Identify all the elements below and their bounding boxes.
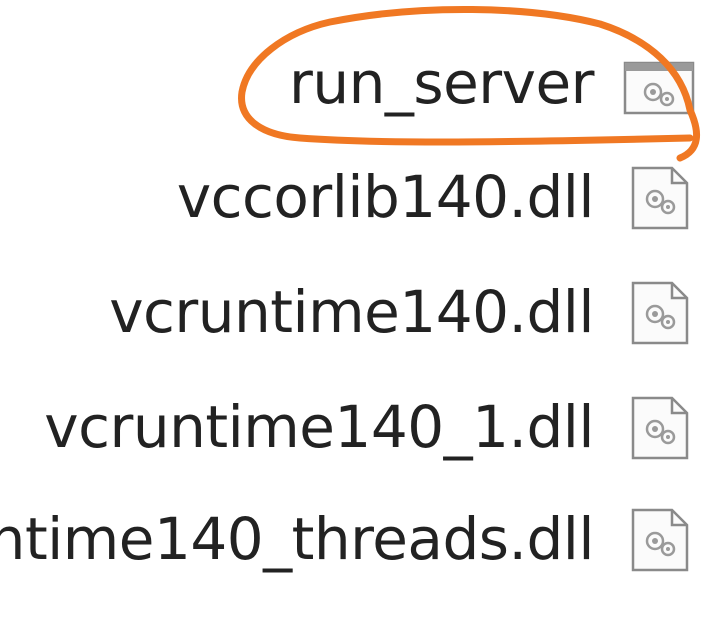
dll-file-icon bbox=[631, 281, 689, 345]
file-name-label: vcruntime140_threads.dll bbox=[0, 505, 595, 573]
dll-file-icon bbox=[631, 508, 689, 572]
file-name-label: run_server bbox=[289, 49, 594, 117]
dll-file-icon bbox=[631, 396, 689, 460]
file-item-vccorlib140[interactable]: vccorlib140.dll bbox=[0, 147, 720, 247]
application-icon bbox=[623, 61, 695, 115]
file-name-label: vcruntime140.dll bbox=[109, 278, 594, 346]
file-item-run-server[interactable]: run_server bbox=[0, 33, 720, 133]
dll-file-icon bbox=[631, 166, 689, 230]
file-name-label: vccorlib140.dll bbox=[176, 163, 595, 231]
file-item-vcruntime140[interactable]: vcruntime140.dll bbox=[0, 262, 720, 362]
file-explorer-view: run_server vccorlib140.dll vcruntime140.… bbox=[0, 0, 720, 626]
file-item-vcruntime140-threads[interactable]: vcruntime140_threads.dll bbox=[0, 489, 720, 589]
file-name-label: vcruntime140_1.dll bbox=[44, 393, 594, 461]
file-item-vcruntime140-1[interactable]: vcruntime140_1.dll bbox=[0, 377, 720, 477]
